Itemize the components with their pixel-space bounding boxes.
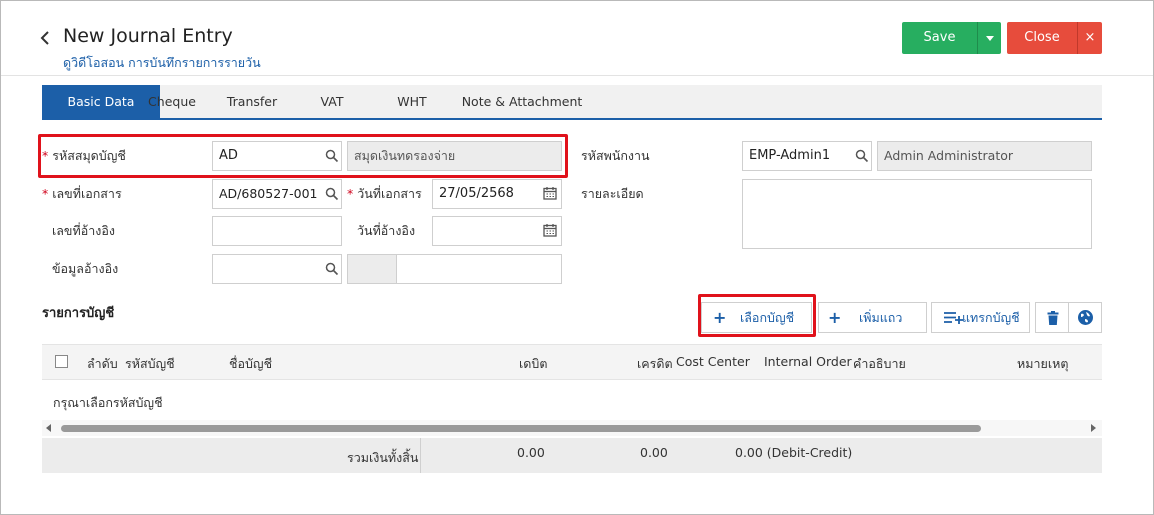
accounts-table-header (42, 344, 1102, 380)
tab-wht[interactable]: WHT (380, 85, 444, 118)
globe-icon (1078, 310, 1093, 325)
column-header-remark: หมายเหตุ (1017, 356, 1069, 371)
ref-info-code-field (347, 254, 397, 284)
ref-info-label: ข้อมูลอ้างอิง (52, 261, 119, 276)
column-header-description: คำอธิบาย (853, 356, 906, 371)
header-divider (1, 75, 1153, 76)
trash-icon (1047, 311, 1059, 325)
select-account-highlight (698, 294, 816, 337)
total-difference: 0.00 (Debit-Credit) (735, 445, 853, 460)
calendar-icon[interactable] (543, 186, 557, 200)
select-all-checkbox[interactable] (55, 355, 68, 368)
insert-account-button[interactable]: แทรกบัญชี (931, 302, 1030, 333)
ref-info-name-field (396, 254, 562, 284)
column-header-credit: เครดิต (637, 356, 673, 371)
ref-no-label: เลขที่อ้างอิง (52, 223, 115, 238)
close-icon[interactable]: × (1077, 22, 1102, 54)
detail-label: รายละเอียด (581, 186, 644, 201)
save-dropdown-button[interactable] (977, 22, 1001, 54)
total-label: รวมเงินทั้งสิ้น (347, 450, 419, 465)
search-icon[interactable] (325, 262, 339, 276)
doc-no-input[interactable]: AD/680527-001 (212, 179, 342, 209)
total-credit: 0.00 (640, 445, 668, 460)
tab-transfer[interactable]: Transfer (215, 85, 289, 118)
tab-cheque[interactable]: Cheque (135, 85, 209, 118)
column-header-seq: ลำดับ (87, 356, 118, 371)
employee-code-input[interactable]: EMP-Admin1 (742, 141, 872, 171)
detail-textarea[interactable] (742, 179, 1092, 249)
ref-info-input[interactable] (212, 254, 342, 284)
journal-code-highlight (38, 134, 568, 178)
empty-table-message: กรุณาเลือกรหัสบัญชี (53, 395, 163, 410)
tab-note-attachment[interactable]: Note & Attachment (461, 85, 583, 118)
plus-icon: + (828, 308, 842, 327)
column-header-cost-center: Cost Center (676, 354, 750, 369)
doc-date-label: * วันที่เอกสาร (347, 186, 422, 201)
ref-no-input[interactable] (212, 216, 342, 246)
totals-row (42, 438, 1102, 473)
arrow-left-icon[interactable] (46, 424, 52, 432)
page-title: New Journal Entry (63, 25, 233, 47)
arrow-right-icon[interactable] (1090, 424, 1096, 432)
add-row-button[interactable]: + เพิ่มแถว (818, 302, 927, 333)
column-header-account-code: รหัสบัญชี (125, 356, 175, 371)
search-icon[interactable] (855, 149, 869, 163)
scrollbar-thumb[interactable] (61, 425, 981, 432)
chevron-down-icon (985, 36, 994, 41)
calendar-icon[interactable] (543, 223, 557, 237)
search-icon[interactable] (325, 187, 339, 201)
accounts-section-title: รายการบัญชี (42, 306, 115, 321)
close-button[interactable]: Close (1007, 22, 1077, 54)
journal-entry-window: New Journal Entry ดูวิดีโอสอน การบันทึกร… (0, 0, 1154, 515)
tutorial-video-link[interactable]: ดูวิดีโอสอน การบันทึกรายการรายวัน (63, 53, 261, 73)
column-header-account-name: ชื่อบัญชี (229, 356, 273, 371)
chevron-left-icon[interactable] (39, 28, 53, 48)
delete-row-button[interactable] (1035, 302, 1069, 333)
column-header-internal-order: Internal Order (764, 354, 852, 369)
tab-vat[interactable]: VAT (300, 85, 364, 118)
total-debit: 0.00 (517, 445, 545, 460)
employee-name-field: Admin Administrator (877, 141, 1092, 171)
employee-label: รหัสพนักงาน (581, 148, 650, 163)
ref-date-label: วันที่อ้างอิง (357, 223, 416, 238)
save-button[interactable]: Save (902, 22, 977, 54)
column-header-debit: เดบิต (519, 356, 548, 371)
language-button[interactable] (1068, 302, 1102, 333)
totals-divider (420, 438, 421, 473)
doc-no-label: * เลขที่เอกสาร (42, 186, 122, 201)
